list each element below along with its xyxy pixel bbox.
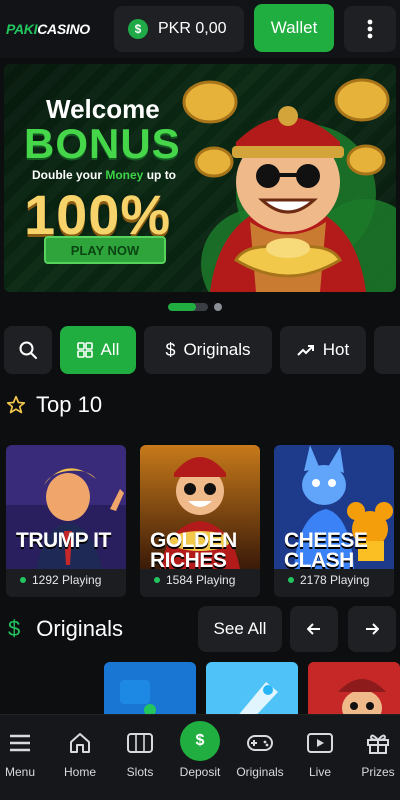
prev-button[interactable] — [290, 606, 338, 652]
arrow-right-icon — [366, 623, 379, 635]
top10-heading: Top 10 — [6, 392, 102, 418]
more-menu-button[interactable] — [344, 6, 396, 52]
game-thumbnail — [206, 662, 298, 722]
dollar-icon: $ — [165, 339, 176, 360]
menu-icon — [6, 729, 34, 757]
filter-chip-label: Hot — [322, 340, 350, 359]
live-dot-icon — [288, 577, 294, 583]
player-count-text: 2178 Playing — [300, 573, 370, 587]
game-thumbnail — [104, 662, 196, 722]
logo-text-casino: CASINO — [37, 21, 90, 37]
logo-text-paki: PAKI — [6, 21, 38, 37]
balance-display[interactable]: $ PKR 0,00 — [114, 6, 244, 52]
nav-item-slots[interactable]: Slots — [110, 715, 170, 800]
game-thumbnail — [308, 662, 400, 722]
wallet-button[interactable]: Wallet — [254, 4, 334, 52]
deposit-icon: $ — [180, 721, 220, 761]
nav-item-deposit[interactable]: $ Deposit — [170, 715, 230, 800]
carousel-indicator[interactable] — [168, 303, 222, 311]
nav-label: Originals — [236, 765, 284, 779]
game-title-line1: CHEESE — [284, 529, 368, 552]
nav-item-menu[interactable]: Menu — [0, 715, 50, 800]
next-button[interactable] — [348, 606, 396, 652]
originals-heading: $ Originals — [8, 616, 123, 642]
top-header: PAKICASINO $ PKR 0,00 Wallet — [0, 0, 400, 58]
carousel-dot-active[interactable] — [168, 303, 208, 311]
nav-label: Live — [308, 765, 331, 779]
game-title-line2: RICHES — [150, 549, 227, 572]
category-filters: All $ Originals Hot — [4, 326, 400, 374]
game-title-line1: GOLDEN — [150, 529, 237, 552]
app-root: PAKICASINO $ PKR 0,00 Wallet Welcome BON… — [0, 0, 400, 800]
play-now-button[interactable]: PLAY NOW — [44, 236, 166, 264]
filter-chip-label: All — [100, 340, 120, 359]
subtitle-part-1: Double your — [32, 168, 106, 182]
gift-icon — [364, 729, 392, 757]
subtitle-part-2: Money — [105, 168, 144, 182]
nav-item-home[interactable]: Home — [50, 715, 110, 800]
promo-banner[interactable]: Welcome BONUS Double your Money up to 10… — [4, 64, 396, 292]
dollar-icon: $ — [8, 616, 21, 641]
game-title-line1: TRUMP IT — [16, 529, 111, 552]
live-dot-icon — [20, 577, 26, 583]
search-icon — [19, 341, 37, 359]
filter-chip-hot[interactable]: Hot — [280, 326, 366, 374]
arrow-left-icon — [307, 623, 320, 635]
star-icon — [6, 395, 26, 414]
nav-label: Menu — [4, 765, 36, 779]
player-count-text: 1292 Playing — [32, 573, 102, 587]
carousel-dot[interactable] — [214, 303, 222, 311]
balance-amount: PKR 0,00 — [158, 20, 227, 37]
nav-label: Prizes — [361, 765, 395, 779]
see-all-button[interactable]: See All — [198, 606, 282, 652]
play-screen-icon — [306, 729, 334, 757]
nav-label: Home — [63, 765, 96, 779]
live-dot-icon — [154, 577, 160, 583]
top10-title: Top 10 — [36, 392, 103, 417]
game-player-count: 1584 Playing — [154, 573, 235, 587]
filter-chip-originals[interactable]: $ Originals — [144, 326, 272, 374]
game-player-count: 2178 Playing — [288, 573, 369, 587]
original-game-card[interactable] — [104, 662, 196, 722]
top10-games: TRUMP IT 1292 Playing GOLDEN RICHES 1584 … — [6, 445, 394, 597]
home-icon — [66, 729, 94, 757]
brand-logo[interactable]: PAKICASINO — [6, 21, 110, 37]
game-title: TRUMP IT — [16, 529, 111, 552]
filter-chip-all[interactable]: All — [60, 326, 136, 374]
nav-item-originals[interactable]: Originals — [230, 715, 290, 800]
nav-item-live[interactable]: Live — [290, 715, 350, 800]
game-title-line2: CLASH — [284, 549, 354, 572]
originals-title: Originals — [36, 616, 124, 641]
trending-up-icon — [297, 345, 314, 356]
banner-bonus: BONUS — [24, 120, 181, 167]
originals-games — [104, 662, 400, 722]
nav-label: Deposit — [179, 765, 221, 779]
player-count-text: 1584 Playing — [166, 573, 236, 587]
original-game-card[interactable] — [206, 662, 298, 722]
game-card-golden-riches[interactable]: GOLDEN RICHES 1584 Playing — [140, 445, 260, 597]
banner-subtitle: Double your Money up to — [32, 168, 176, 182]
gamepad-icon — [246, 729, 274, 757]
filter-chip-more[interactable] — [374, 326, 400, 374]
game-title: GOLDEN RICHES — [150, 529, 237, 572]
fortune-god-illustration — [182, 78, 390, 292]
kebab-menu-icon — [367, 19, 373, 39]
currency-coin-icon: $ — [128, 19, 148, 39]
bottom-navigation: Menu Home Slots $ Deposit Originals Live… — [0, 714, 400, 800]
subtitle-part-3: up to — [143, 168, 177, 182]
search-button[interactable] — [4, 326, 52, 374]
game-card-trump-it[interactable]: TRUMP IT 1292 Playing — [6, 445, 126, 597]
nav-label: Slots — [126, 765, 154, 779]
slots-icon — [126, 729, 154, 757]
grid-icon — [76, 342, 93, 358]
original-game-card[interactable] — [308, 662, 400, 722]
filter-chip-label: Originals — [183, 340, 251, 359]
game-player-count: 1292 Playing — [20, 573, 101, 587]
nav-item-prizes[interactable]: Prizes — [348, 715, 400, 800]
game-title: CHEESE CLASH — [284, 529, 368, 572]
game-card-cheese-clash[interactable]: CHEESE CLASH 2178 Playing — [274, 445, 394, 597]
